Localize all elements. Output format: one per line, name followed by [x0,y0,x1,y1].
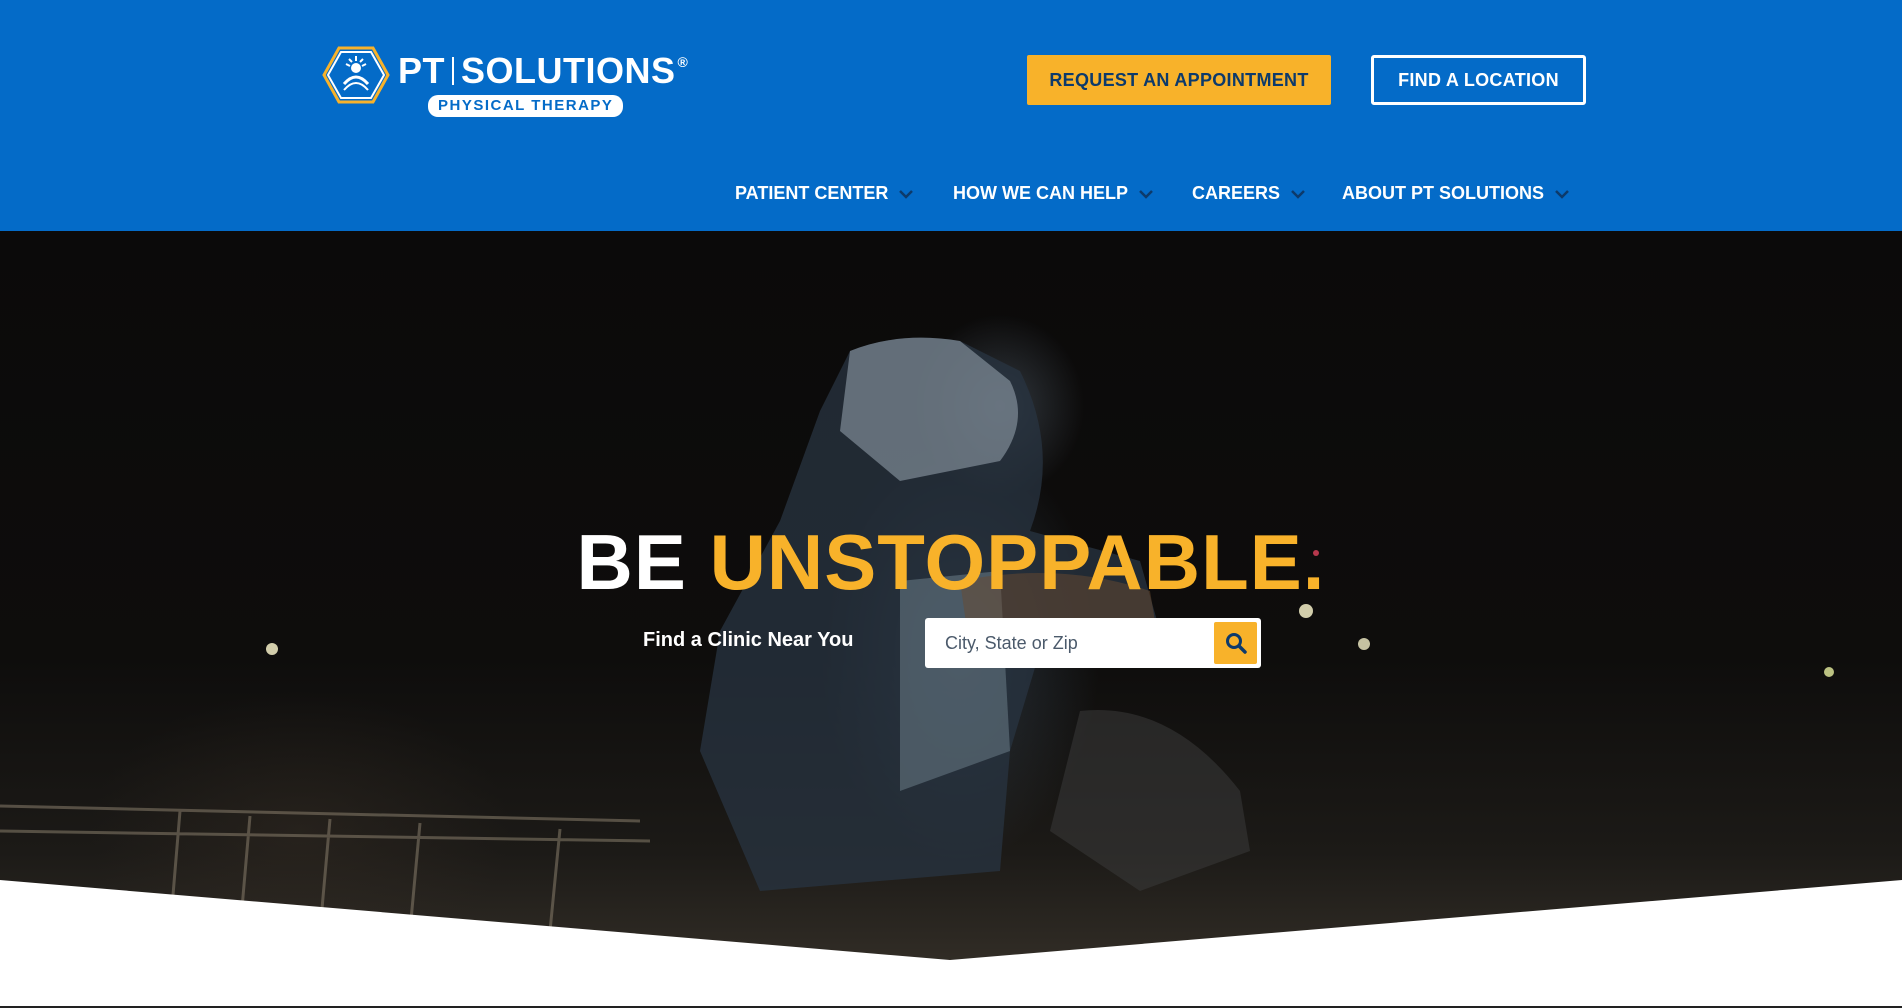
chevron-down-icon [1139,189,1153,199]
find-clinic-label: Find a Clinic Near You [643,629,854,651]
clinic-search-input[interactable] [925,618,1225,668]
logo-hexagon-icon [322,46,390,104]
logo-name-left: PT [398,50,446,91]
search-button[interactable] [1214,622,1257,664]
find-location-button[interactable]: FIND A LOCATION [1371,55,1586,105]
search-icon [1225,633,1247,654]
pt-solutions-logo[interactable]: PT SOLUTIONS ® PHYSICAL THERAPY [322,45,688,121]
nav-item-label: CAREERS [1192,183,1281,203]
chevron-down-icon [1555,189,1569,199]
clinic-search-form [925,618,1261,668]
logo-name-right: SOLUTIONS [461,50,676,91]
hero-headline: BE UNSTOPPABLE. [0,523,1902,601]
nav-item-about-pt-solutions[interactable]: ABOUT PT SOLUTIONS [1342,183,1570,204]
chevron-down-icon [899,189,914,199]
logo-divider [452,57,455,85]
logo-tagline: PHYSICAL THERAPY [428,95,624,117]
nav-item-label: ABOUT PT SOLUTIONS [1342,183,1544,203]
hero-bottom-curve [0,880,1902,1008]
chevron-down-icon [1291,189,1305,199]
site-header: PT SOLUTIONS ® PHYSICAL THERAPY REQUEST AN… [0,0,1902,231]
nav-item-patient-center[interactable]: PATIENT CENTER [735,183,914,204]
headline-white-text: BE [576,518,687,607]
nav-item-careers[interactable]: CAREERS [1192,183,1306,204]
logo-wordmark: PT SOLUTIONS ® [398,53,688,89]
request-appointment-button[interactable]: REQUEST AN APPOINTMENT [1027,55,1331,105]
registered-mark: ® [677,54,689,70]
nav-item-label: PATIENT CENTER [735,183,889,203]
main-nav: PATIENT CENTER HOW WE CAN HELP CAREERS A… [0,183,1902,209]
nav-item-how-we-can-help[interactable]: HOW WE CAN HELP [953,183,1154,204]
headline-yellow-text: UNSTOPPABLE. [709,518,1326,607]
nav-item-label: HOW WE CAN HELP [953,183,1128,203]
